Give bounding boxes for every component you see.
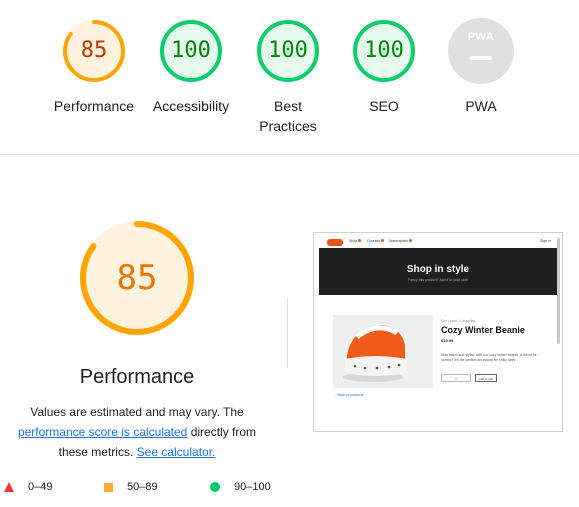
gauge-accessibility[interactable]: 100 Accessibility <box>141 18 241 116</box>
mini-product-description: Stay warm and stylish with our cozy wint… <box>441 353 537 362</box>
gauge-label: Performance <box>53 98 135 114</box>
score-ring: 100 <box>158 18 224 84</box>
legend-range: 50–89 <box>127 481 158 493</box>
mini-hero-subtitle: Fancy this product? Add it to your cart! <box>408 278 468 282</box>
gauge-seo[interactable]: 100 SEO <box>334 18 434 116</box>
score-ring: 100 <box>351 18 417 84</box>
mini-hero-title: Shop in style <box>406 264 470 275</box>
mini-nav-bar: Shop Courses Subscription Sign In <box>319 238 557 248</box>
final-screenshot-thumbnail[interactable]: Shop Courses Subscription Sign In Shop i… <box>313 232 563 432</box>
score-legend: 0–49 50–89 90–100 <box>0 478 579 498</box>
mini-hero-banner: Shop in style Fancy this product? Add it… <box>319 248 557 295</box>
score-value: 85 <box>80 38 108 63</box>
legend-average: 50–89 <box>104 481 158 493</box>
legend-fail: 0–49 <box>4 481 52 493</box>
section-divider <box>0 154 579 155</box>
gauge-label: Accessibility <box>152 98 230 114</box>
gauge-pwa[interactable]: PWA PWA <box>431 18 531 116</box>
gauge-label: SEO <box>369 98 399 114</box>
mini-breadcrumb: Sun | prod. & supplies <box>441 319 476 323</box>
score-calculated-link[interactable]: performance score is calculated <box>18 425 187 439</box>
mini-nav-item: Shop <box>349 239 362 243</box>
mini-add-to-cart-button: Add to cart <box>475 374 497 382</box>
mini-quantity-field: 1 <box>441 374 471 382</box>
score-ring: 100 <box>255 18 321 84</box>
vertical-divider <box>287 298 288 368</box>
gauge-label: PWA <box>465 98 497 114</box>
gauge-performance[interactable]: 85 Performance <box>44 18 144 116</box>
triangle-fail-icon <box>4 482 14 492</box>
score-value: 100 <box>171 38 211 63</box>
legend-pass: 90–100 <box>210 481 271 493</box>
category-gauges: 85 Performance 100 Accessibility 100 Bes… <box>0 0 579 154</box>
performance-gauge-large: 85 <box>77 218 197 338</box>
performance-title: Performance <box>79 366 195 388</box>
pwa-badge-text: PWA <box>467 31 495 43</box>
circle-pass-icon <box>210 482 220 492</box>
legend-range: 0–49 <box>28 481 53 493</box>
legend-range: 90–100 <box>234 481 271 493</box>
score-value: 100 <box>268 38 308 63</box>
score-value: 100 <box>364 38 404 63</box>
performance-description: Values are estimated and may vary. The p… <box>10 402 264 462</box>
score-ring: 85 <box>61 18 127 84</box>
mini-nav-item: Subscription <box>389 239 413 243</box>
mini-logo-icon <box>327 239 343 246</box>
mini-scrollbar <box>557 238 560 344</box>
pwa-dash-icon <box>470 56 492 60</box>
beanie-illustration <box>333 315 433 388</box>
calculator-link[interactable]: See calculator. <box>137 445 216 459</box>
performance-score: 85 <box>116 258 158 298</box>
gauge-best-practices[interactable]: 100 Best Practices <box>238 18 338 136</box>
pwa-badge-icon: PWA <box>448 18 514 84</box>
square-average-icon <box>104 482 113 492</box>
mini-nav-item: Courses <box>367 239 385 243</box>
mini-product-price: $19.99 <box>441 338 454 343</box>
desc-text: Values are estimated and may vary. The <box>30 405 244 419</box>
beanie-image <box>333 315 433 388</box>
mini-cart: Sign In <box>540 239 551 243</box>
gauge-label: Best Practices <box>259 98 317 134</box>
mini-product-title: Cozy Winter Beanie <box>441 325 525 335</box>
mini-back-link: ← Back to products <box>333 393 364 397</box>
